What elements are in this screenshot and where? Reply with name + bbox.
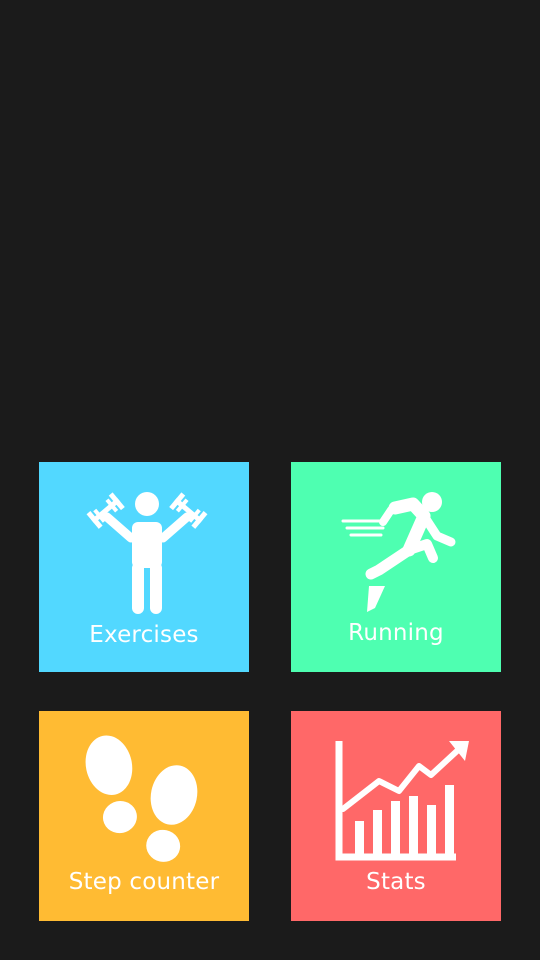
- step-counter-label: Step counter: [68, 869, 220, 895]
- home-screen: Exercises Running Step counter Stats: [0, 0, 540, 960]
- stats-tile[interactable]: Stats: [291, 711, 501, 921]
- step-counter-tile[interactable]: Step counter: [39, 711, 249, 921]
- running-tile[interactable]: Running: [291, 462, 501, 672]
- exercises-label: Exercises: [89, 622, 199, 648]
- stats-label: Stats: [366, 869, 426, 895]
- exercises-tile[interactable]: Exercises: [39, 462, 249, 672]
- running-label: Running: [348, 620, 444, 646]
